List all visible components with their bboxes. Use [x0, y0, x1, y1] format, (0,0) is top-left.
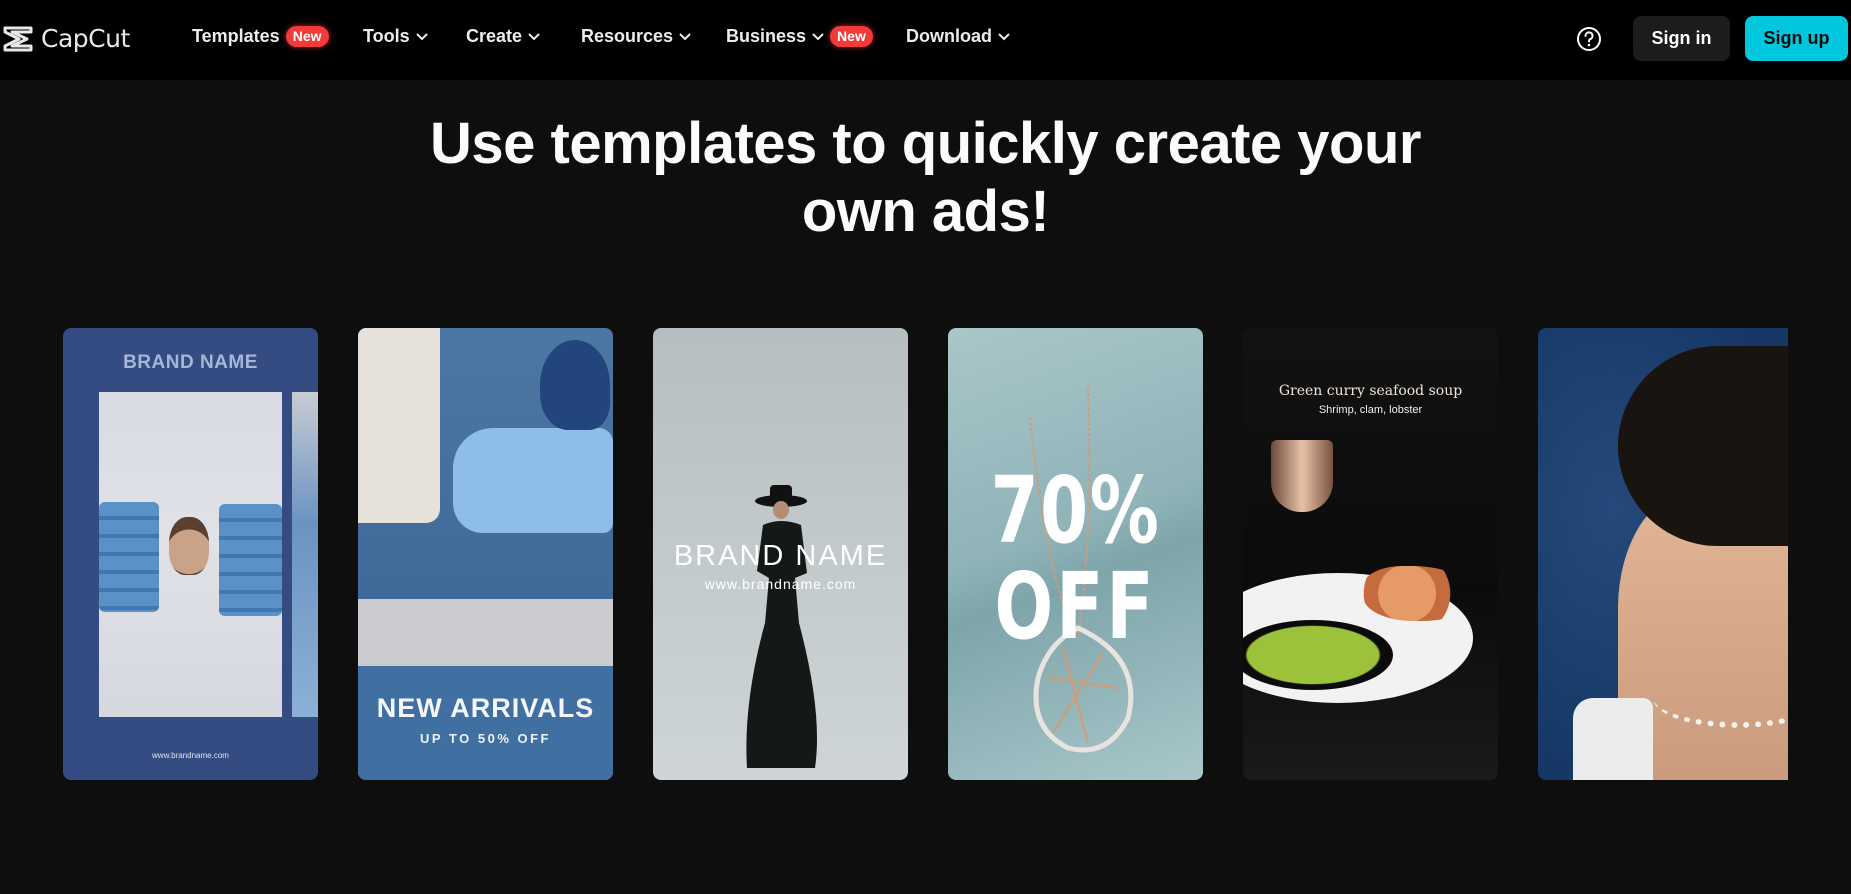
nav-create[interactable]: Create	[466, 26, 540, 47]
nav-download[interactable]: Download	[906, 26, 1010, 47]
chevron-down-icon	[528, 32, 540, 40]
sign-in-button[interactable]: Sign in	[1633, 16, 1730, 61]
chevron-down-icon	[415, 32, 428, 40]
sign-up-button[interactable]: Sign up	[1745, 16, 1848, 61]
card-photo	[99, 392, 282, 717]
nav-label: Templates	[192, 26, 280, 46]
card-subtitle: UP TO 50% OFF	[420, 731, 551, 746]
template-card-pearls[interactable]	[1538, 328, 1788, 780]
jeans-stack	[219, 504, 282, 616]
card-subtitle: OFF	[994, 553, 1157, 660]
standing-person	[358, 328, 440, 523]
hero-heading-line1: Use templates to quickly create your	[430, 111, 1421, 176]
card-title: 70%	[990, 457, 1161, 564]
model-dress	[1573, 698, 1653, 780]
template-card-necklace-sale[interactable]: 70% OFF	[948, 328, 1203, 780]
new-badge: New	[285, 26, 329, 47]
model-figure	[746, 485, 817, 768]
template-card-brand-black-dress[interactable]: BRAND NAME www.brandname.com	[653, 328, 908, 780]
chevron-down-icon	[679, 32, 691, 40]
chevron-down-icon	[812, 32, 824, 40]
card-subtitle: www.brandname.com	[704, 576, 857, 592]
model-face	[169, 517, 209, 575]
nav-templates[interactable]: Templates New	[192, 26, 329, 47]
hero-heading: Use templates to quickly create your own…	[0, 110, 1851, 246]
top-nav-bar: CapCut Templates New Tools Create Resour…	[0, 0, 1851, 80]
jeans-stack	[99, 502, 159, 612]
help-icon[interactable]	[1576, 26, 1602, 52]
capcut-logo-icon	[3, 26, 33, 51]
capcut-logo[interactable]: CapCut	[3, 24, 130, 53]
shrimp	[1363, 566, 1473, 621]
nav-label: Create	[466, 26, 523, 46]
bucket-hat	[540, 340, 610, 430]
card-title: BRAND NAME	[123, 352, 258, 373]
template-card-green-curry[interactable]: Green curry seafood soup Shrimp, clam, l…	[1243, 328, 1498, 780]
card-footer-url: www.brandname.com	[152, 751, 229, 760]
card-photo-secondary	[292, 392, 318, 717]
nav-label: Business	[726, 26, 807, 46]
card-subtitle: Shrimp, clam, lobster	[1318, 404, 1423, 416]
hero-heading-line2: own ads!	[801, 179, 1050, 244]
card-title: NEW ARRIVALS	[376, 693, 595, 723]
nav-label: Resources	[581, 26, 674, 46]
seated-person	[453, 428, 613, 533]
template-card-brand-denim[interactable]: BRAND NAME www.brandname.com	[63, 328, 318, 780]
chevron-down-icon	[998, 32, 1010, 40]
template-card-new-arrivals[interactable]: NEW ARRIVALS UP TO 50% OFF	[358, 328, 613, 780]
nav-business[interactable]: Business New	[726, 26, 873, 47]
nav-label: Tools	[363, 26, 410, 46]
sauce-pot	[1271, 440, 1333, 512]
nav-label: Download	[906, 26, 992, 46]
nav-tools[interactable]: Tools	[363, 26, 428, 47]
brand-name: CapCut	[41, 24, 130, 53]
new-badge: New	[830, 26, 873, 47]
card-title: BRAND NAME	[673, 540, 888, 572]
nav-resources[interactable]: Resources	[581, 26, 691, 47]
model-hair	[1618, 346, 1788, 546]
card-title: Green curry seafood soup	[1278, 383, 1463, 399]
